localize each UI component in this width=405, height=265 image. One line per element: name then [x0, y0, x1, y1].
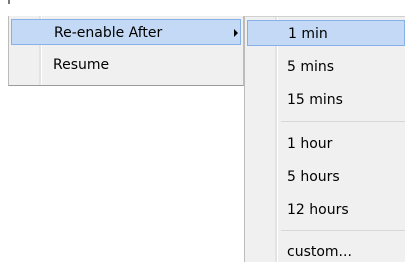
- submenu-item-label: 1 min: [288, 26, 328, 42]
- submenu-item-15-mins[interactable]: 15 mins: [247, 87, 405, 113]
- submenu-item-1-hour[interactable]: 1 hour: [247, 131, 405, 157]
- submenu-item-label: 15 mins: [287, 92, 343, 108]
- submenu-item-label: custom...: [287, 244, 352, 260]
- submenu-item-12-hours[interactable]: 12 hours: [247, 197, 405, 223]
- menu-separator: [281, 230, 405, 231]
- menu-item-label: Re-enable After: [54, 25, 163, 41]
- submenu-item-5-hours[interactable]: 5 hours: [247, 164, 405, 190]
- context-menu: Re-enable After Resume: [8, 16, 244, 86]
- submenu-item-5-mins[interactable]: 5 mins: [247, 54, 405, 80]
- submenu-item-1-min[interactable]: 1 min: [247, 20, 405, 46]
- submenu-item-custom[interactable]: custom...: [247, 239, 405, 265]
- menu-item-re-enable-after[interactable]: Re-enable After: [11, 19, 241, 45]
- submenu-item-label: 1 hour: [287, 136, 333, 152]
- re-enable-after-submenu: 1 min 5 mins 15 mins 1 hour 5 hours 12 h…: [244, 16, 405, 262]
- menu-item-label: Resume: [53, 57, 110, 73]
- submenu-item-label: 5 mins: [287, 59, 335, 75]
- chevron-right-icon: [234, 29, 238, 37]
- menu-separator: [281, 121, 405, 122]
- menu-item-resume[interactable]: Resume: [11, 52, 241, 78]
- submenu-item-label: 5 hours: [287, 169, 340, 185]
- submenu-item-label: 12 hours: [287, 202, 349, 218]
- window-edge-mark: [8, 0, 10, 4]
